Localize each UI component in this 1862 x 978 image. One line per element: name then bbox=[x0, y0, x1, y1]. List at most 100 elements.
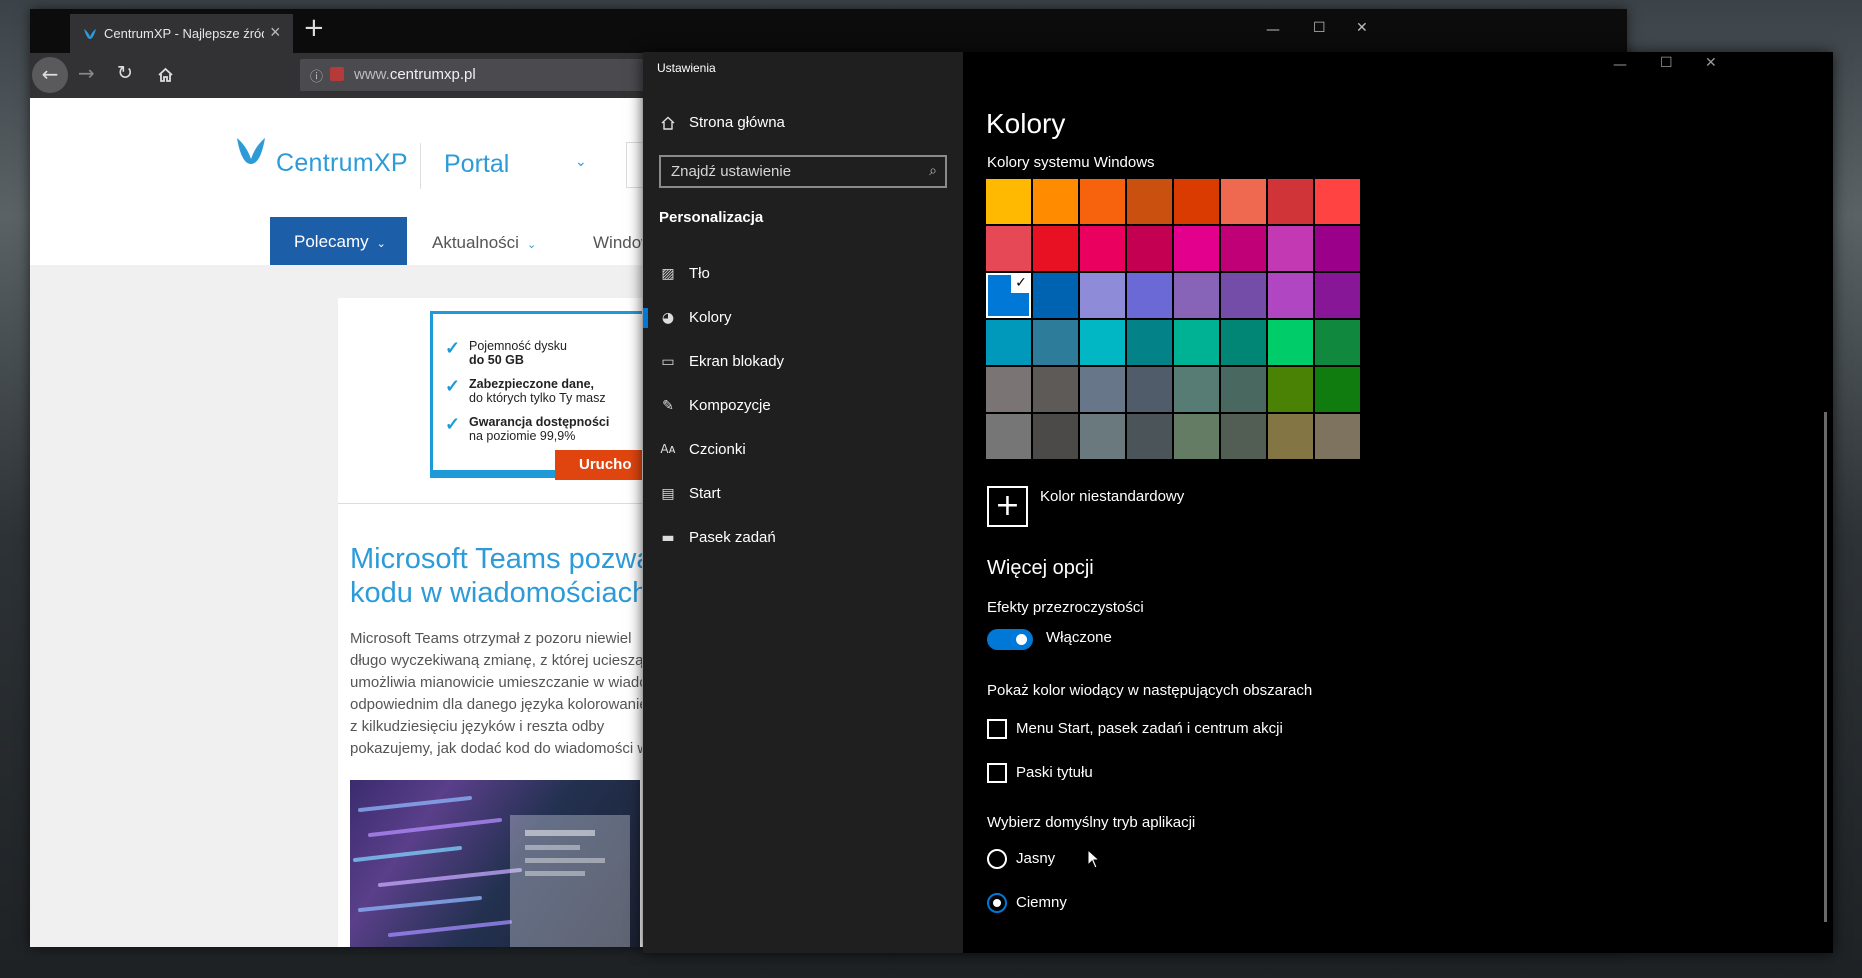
palette-icon: ◕ bbox=[661, 310, 675, 326]
color-swatch[interactable] bbox=[1268, 226, 1313, 271]
start-icon: ▤ bbox=[661, 486, 675, 502]
color-swatch[interactable] bbox=[1174, 320, 1219, 365]
centrumxp-favicon-icon bbox=[84, 29, 96, 39]
ad-banner[interactable]: ✓ Pojemność dysku do 50 GB ✓ Zabezpieczon… bbox=[430, 311, 642, 480]
taskbar-icon: ▬ bbox=[661, 530, 675, 546]
settings-maximize-icon[interactable]: ☐ bbox=[1660, 55, 1673, 71]
scrollbar[interactable] bbox=[1824, 412, 1827, 922]
color-swatch[interactable] bbox=[1033, 320, 1078, 365]
url-text[interactable]: www.centrumxp.pl bbox=[354, 66, 476, 83]
nav-item-windows[interactable]: Window bbox=[593, 233, 642, 253]
home-icon[interactable] bbox=[157, 67, 174, 83]
color-swatch[interactable] bbox=[1315, 414, 1360, 459]
site-search-box[interactable] bbox=[626, 142, 642, 188]
browser-maximize-icon[interactable]: ☐ bbox=[1313, 20, 1326, 36]
portal-selector[interactable]: Portal bbox=[444, 150, 509, 179]
search-icon[interactable]: ⌕ bbox=[929, 163, 937, 179]
transparency-toggle[interactable] bbox=[987, 629, 1033, 650]
color-swatch[interactable] bbox=[1315, 179, 1360, 224]
info-icon[interactable]: ⓘ bbox=[310, 66, 323, 85]
color-swatch[interactable] bbox=[1174, 179, 1219, 224]
tab-close-icon[interactable]: × bbox=[270, 22, 281, 43]
reload-icon[interactable]: ↻ bbox=[117, 62, 133, 84]
color-swatch[interactable] bbox=[1268, 273, 1313, 318]
settings-close-icon[interactable]: ✕ bbox=[1705, 55, 1717, 71]
centrumxp-logo-icon[interactable] bbox=[234, 134, 268, 168]
custom-color-label[interactable]: Kolor niestandardowy bbox=[1040, 488, 1184, 505]
color-swatch[interactable] bbox=[1127, 273, 1172, 318]
back-arrow-icon[interactable]: ← bbox=[32, 57, 68, 93]
color-swatch[interactable] bbox=[1221, 179, 1266, 224]
site-logo-text[interactable]: CentrumXP bbox=[276, 149, 408, 178]
color-swatch[interactable] bbox=[1127, 226, 1172, 271]
radio-button[interactable] bbox=[987, 893, 1007, 913]
ad-cta-button[interactable]: Urucho bbox=[555, 450, 642, 480]
settings-minimize-icon[interactable]: — bbox=[1613, 57, 1627, 73]
color-swatch[interactable] bbox=[1315, 367, 1360, 412]
color-swatch[interactable] bbox=[1080, 367, 1125, 412]
color-swatch[interactable] bbox=[1127, 367, 1172, 412]
chevron-down-icon[interactable]: ⌄ bbox=[575, 153, 587, 170]
settings-window: Ustawienia Strona główna ⌕ Personalizacj… bbox=[643, 52, 1833, 953]
color-swatch[interactable] bbox=[1033, 179, 1078, 224]
color-swatch[interactable] bbox=[1080, 226, 1125, 271]
checkbox[interactable] bbox=[987, 719, 1007, 739]
add-custom-color-button[interactable]: + bbox=[987, 486, 1028, 527]
color-swatch[interactable] bbox=[1033, 226, 1078, 271]
settings-search[interactable]: ⌕ bbox=[659, 155, 947, 188]
color-swatch[interactable] bbox=[1268, 320, 1313, 365]
color-swatch[interactable] bbox=[1221, 273, 1266, 318]
color-swatch[interactable] bbox=[1174, 226, 1219, 271]
fonts-icon: Aᴀ bbox=[660, 442, 676, 456]
search-input[interactable] bbox=[671, 163, 911, 180]
color-swatch[interactable] bbox=[1127, 320, 1172, 365]
nav-item-aktualnosci[interactable]: Aktualności ⌄ bbox=[432, 233, 536, 253]
browser-minimize-icon[interactable]: — bbox=[1266, 22, 1280, 38]
color-swatch[interactable] bbox=[986, 414, 1031, 459]
color-swatch[interactable] bbox=[1174, 273, 1219, 318]
insecure-lock-icon[interactable] bbox=[330, 67, 344, 81]
color-swatch[interactable] bbox=[1080, 179, 1125, 224]
nav-item-polecamy[interactable]: Polecamy ⌄ bbox=[270, 217, 407, 265]
color-swatch-grid: ✓ bbox=[986, 179, 1364, 463]
color-swatch[interactable] bbox=[1174, 414, 1219, 459]
color-swatch[interactable] bbox=[1268, 414, 1313, 459]
color-swatch[interactable]: ✓ bbox=[986, 273, 1031, 318]
color-swatch[interactable] bbox=[1080, 273, 1125, 318]
color-swatch[interactable] bbox=[1268, 179, 1313, 224]
color-swatch[interactable] bbox=[1033, 273, 1078, 318]
color-swatch[interactable] bbox=[986, 226, 1031, 271]
color-swatch[interactable] bbox=[1221, 367, 1266, 412]
checkbox[interactable] bbox=[987, 763, 1007, 783]
color-swatch[interactable] bbox=[1080, 414, 1125, 459]
tab-title: CentrumXP - Najlepsze źródło bbox=[104, 26, 264, 41]
settings-content: — ☐ ✕ Kolory Kolory systemu Windows ✓ + … bbox=[963, 52, 1833, 953]
color-swatch[interactable] bbox=[1221, 320, 1266, 365]
home-icon bbox=[661, 116, 675, 130]
color-swatch[interactable] bbox=[1315, 226, 1360, 271]
windows-colors-label: Kolory systemu Windows bbox=[987, 154, 1155, 171]
color-swatch[interactable] bbox=[1221, 226, 1266, 271]
color-swatch[interactable] bbox=[1127, 179, 1172, 224]
color-swatch[interactable] bbox=[986, 320, 1031, 365]
new-tab-icon[interactable]: + bbox=[303, 13, 325, 43]
color-swatch[interactable] bbox=[1080, 320, 1125, 365]
code-screenshot-image bbox=[353, 796, 630, 947]
browser-tab[interactable]: CentrumXP - Najlepsze źródło × bbox=[70, 14, 293, 53]
mouse-cursor-icon bbox=[1087, 849, 1101, 869]
forward-arrow-icon[interactable]: → bbox=[78, 61, 95, 85]
color-swatch[interactable] bbox=[1174, 367, 1219, 412]
article-title[interactable]: Microsoft Teams pozwala kodu w wiadomośc… bbox=[350, 542, 642, 610]
browser-close-icon[interactable]: ✕ bbox=[1356, 20, 1368, 36]
color-swatch[interactable] bbox=[986, 367, 1031, 412]
color-swatch[interactable] bbox=[1127, 414, 1172, 459]
color-swatch[interactable] bbox=[1033, 414, 1078, 459]
color-swatch[interactable] bbox=[1268, 367, 1313, 412]
color-swatch[interactable] bbox=[1033, 367, 1078, 412]
radio-button[interactable] bbox=[987, 849, 1007, 869]
color-swatch[interactable] bbox=[1221, 414, 1266, 459]
color-swatch[interactable] bbox=[1315, 320, 1360, 365]
article-image[interactable] bbox=[350, 780, 640, 947]
color-swatch[interactable] bbox=[986, 179, 1031, 224]
color-swatch[interactable] bbox=[1315, 273, 1360, 318]
